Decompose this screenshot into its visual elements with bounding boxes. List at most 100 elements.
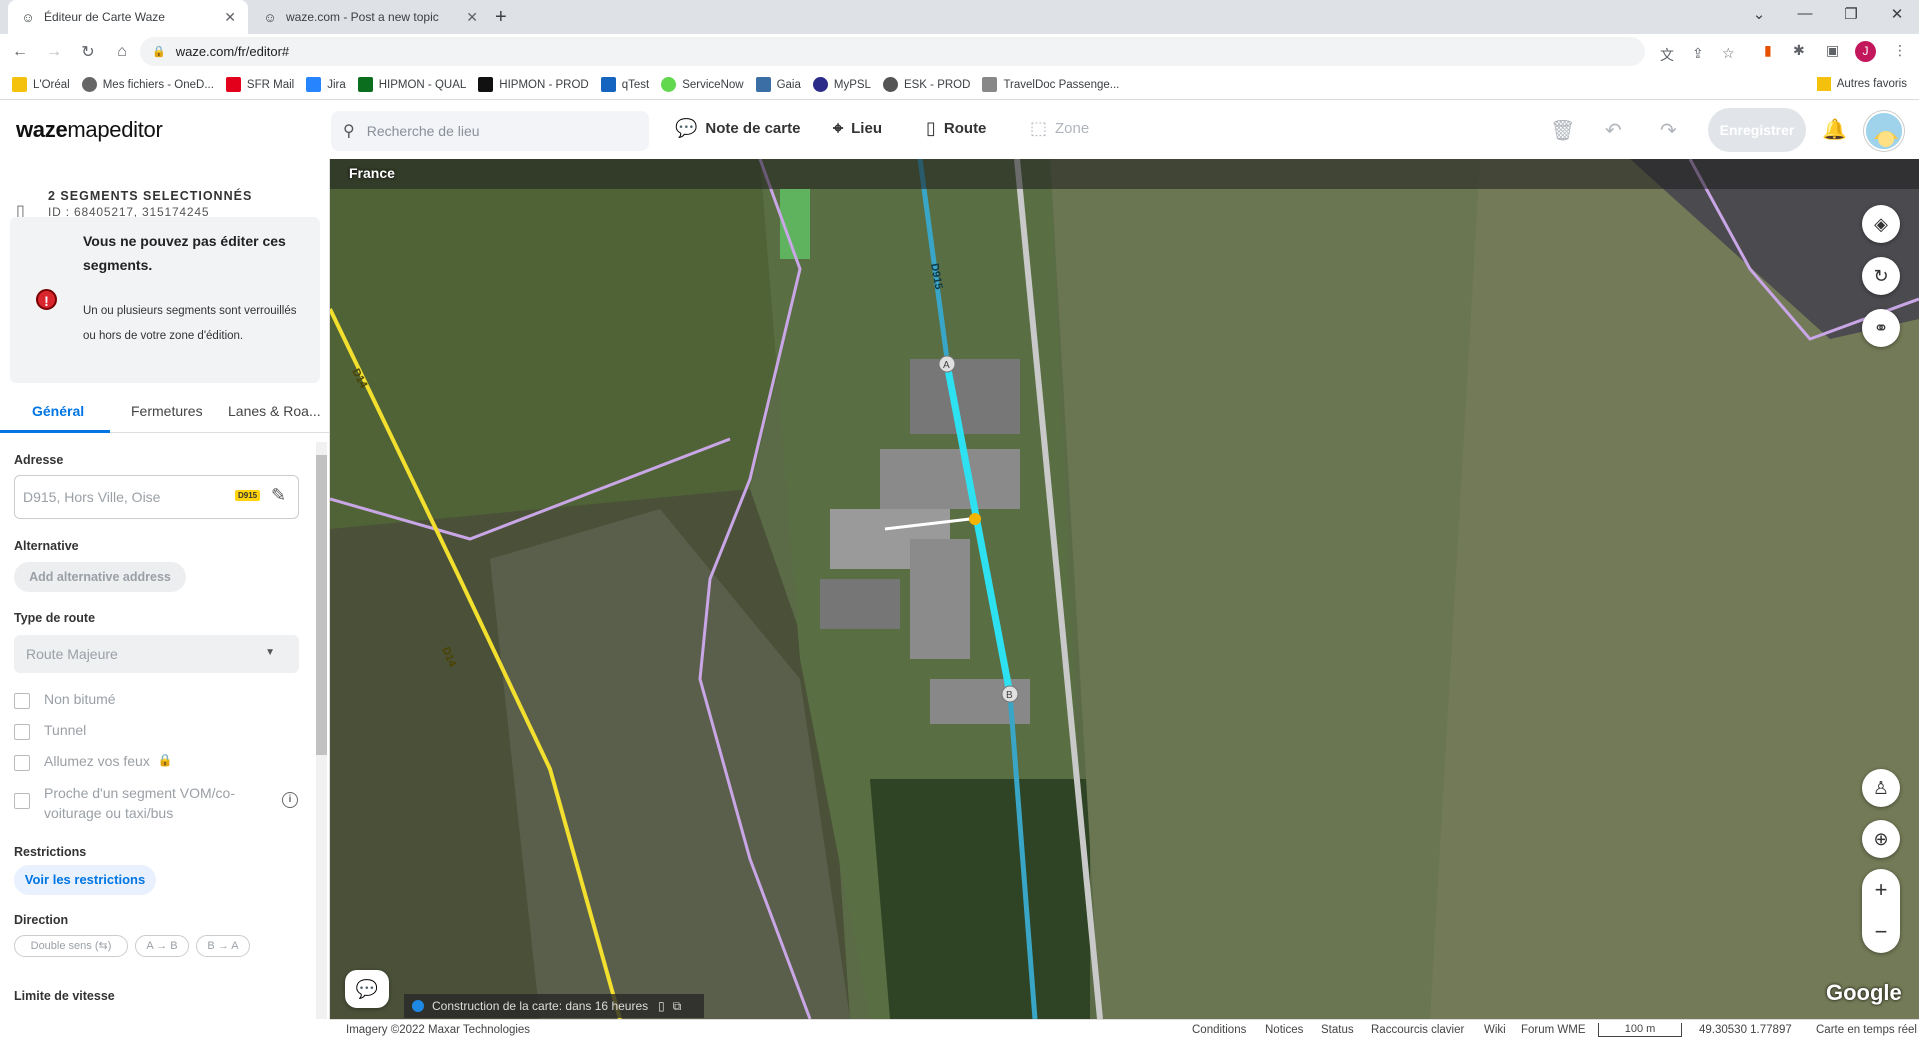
- bookmark-gaia[interactable]: Gaia: [755, 77, 801, 92]
- place-button[interactable]: ⌖ Lieu: [833, 118, 882, 139]
- bookmark-onedrive[interactable]: Mes fichiers - OneD...: [81, 77, 214, 92]
- tab-waze-forum[interactable]: ☺ waze.com - Post a new topic ✕: [250, 0, 490, 34]
- bookmark-hipmon-prod[interactable]: HIPMON - PROD: [478, 77, 589, 92]
- direction-label: Direction: [14, 913, 69, 927]
- share-icon[interactable]: ⇪: [1692, 45, 1704, 62]
- bookmark-loreal[interactable]: L'Oréal: [12, 77, 70, 92]
- bookmark-hipmon-qual[interactable]: HIPMON - QUAL: [357, 77, 466, 92]
- checkbox-box[interactable]: [14, 693, 30, 709]
- external-link-icon[interactable]: ⧉: [673, 999, 682, 1014]
- menu-dots-icon[interactable]: ⋮: [1893, 42, 1907, 59]
- bookmark-qtest[interactable]: qTest: [600, 77, 649, 92]
- bookmark-star-icon[interactable]: ☆: [1722, 45, 1735, 62]
- layers-button[interactable]: ◈: [1862, 205, 1900, 243]
- footer-link-conditions[interactable]: Conditions: [1192, 1024, 1246, 1036]
- info-icon[interactable]: i: [282, 792, 298, 808]
- footer-link-notices[interactable]: Notices: [1265, 1024, 1303, 1036]
- bookmark-traveldoc[interactable]: TravelDoc Passenge...: [982, 77, 1119, 92]
- undo-icon[interactable]: ↶: [1605, 118, 1622, 143]
- satellite-map[interactable]: D915 D14 D14 A B: [330, 159, 1919, 1019]
- search-icon: ⚲: [343, 123, 355, 140]
- locate-me-button[interactable]: ⊕: [1862, 820, 1900, 858]
- checkbox-box[interactable]: [14, 724, 30, 740]
- reload-icon[interactable]: ↻: [74, 42, 102, 62]
- footer-link-forum[interactable]: Forum WME: [1521, 1024, 1586, 1036]
- delete-icon[interactable]: 🗑: [1550, 118, 1575, 143]
- jira-icon: [306, 77, 322, 92]
- road-button[interactable]: ▯ Route: [926, 118, 986, 139]
- waze-favicon-icon: ☺: [21, 9, 35, 25]
- other-bookmarks[interactable]: Autres favoris: [1816, 77, 1907, 91]
- footer-link-wiki[interactable]: Wiki: [1484, 1024, 1506, 1036]
- headlights-checkbox[interactable]: Allumez vos feux 🔒: [14, 753, 173, 771]
- bookmark-servicenow[interactable]: ServiceNow: [661, 77, 744, 92]
- road-type-select[interactable]: Route Majeure ▼: [14, 635, 299, 673]
- save-button[interactable]: Enregistrer: [1708, 108, 1806, 152]
- chat-button[interactable]: 💬: [345, 970, 389, 1008]
- checkbox-box[interactable]: [14, 755, 30, 771]
- close-window-icon[interactable]: ✕: [1882, 5, 1912, 23]
- back-icon[interactable]: ←: [6, 43, 34, 61]
- road-icon: ▯: [926, 118, 936, 138]
- direction-two-way-button[interactable]: Double sens (⇆): [14, 935, 128, 957]
- new-tab-icon[interactable]: +: [495, 4, 507, 30]
- direction-a-to-b-button[interactable]: A → B: [135, 935, 189, 957]
- footer-link-shortcuts[interactable]: Raccourcis clavier: [1371, 1024, 1464, 1036]
- cursor-coordinates: 49.30530 1.77897: [1699, 1024, 1792, 1036]
- tab-waze-editor[interactable]: ☺ Éditeur de Carte Waze ✕: [8, 0, 248, 34]
- hov-checkbox[interactable]: Proche d'un segment VOM/co-voiturage ou …: [14, 783, 264, 823]
- zoom-in-button[interactable]: +: [1862, 869, 1900, 911]
- address-bar[interactable]: 🔒 waze.com/fr/editor# 文 ⇪ ☆: [140, 37, 1735, 66]
- junction-node[interactable]: [969, 513, 981, 525]
- bookmark-mypsl[interactable]: MyPSL: [812, 77, 871, 92]
- street-view-button[interactable]: ♙: [1862, 769, 1900, 807]
- side-panel-icon[interactable]: ▣: [1826, 42, 1839, 59]
- restore-icon[interactable]: ❐: [1836, 5, 1866, 23]
- zone-button[interactable]: ⬚ Zone: [1030, 118, 1089, 139]
- tab-closures[interactable]: Fermetures: [131, 403, 203, 419]
- close-tab-icon[interactable]: ✕: [466, 9, 478, 26]
- tab-lanes[interactable]: Lanes & Roa...: [228, 403, 321, 419]
- zoom-out-button[interactable]: −: [1862, 911, 1900, 953]
- footer-link-live-map[interactable]: Carte en temps réel: [1816, 1024, 1917, 1036]
- notification-bell-icon[interactable]: 🔔: [1822, 117, 1847, 142]
- minimize-icon[interactable]: —: [1790, 5, 1820, 22]
- building: [910, 539, 970, 659]
- refresh-button[interactable]: ↻: [1862, 257, 1900, 295]
- direction-b-to-a-button[interactable]: B → A: [196, 935, 250, 957]
- chevron-down-icon: ▼: [265, 647, 275, 658]
- folder-icon: [12, 77, 27, 92]
- tunnel-checkbox[interactable]: Tunnel: [14, 722, 86, 740]
- tab-search-icon[interactable]: ⌄: [1744, 5, 1774, 23]
- checkbox-box[interactable]: [14, 793, 30, 809]
- profile-avatar[interactable]: J: [1855, 41, 1876, 62]
- address-field[interactable]: D915, Hors Ville, Oise D915 ✎: [14, 475, 299, 519]
- sidebar-scroll-thumb[interactable]: [316, 455, 327, 755]
- tab-general[interactable]: Général: [32, 403, 84, 419]
- place-search-input[interactable]: ⚲ Recherche de lieu: [331, 111, 649, 151]
- add-alternative-address-button[interactable]: Add alternative address: [14, 562, 186, 592]
- home-icon[interactable]: ⌂: [108, 43, 136, 61]
- lock-icon[interactable]: 🔒: [152, 45, 166, 58]
- pencil-icon[interactable]: ✎: [271, 485, 286, 506]
- pin-icon: ⌖: [833, 118, 844, 138]
- unpaved-checkbox[interactable]: Non bitumé: [14, 691, 116, 709]
- bookmark-esk-prod[interactable]: ESK - PROD: [882, 77, 970, 92]
- view-restrictions-button[interactable]: Voir les restrictions: [14, 865, 156, 895]
- user-avatar[interactable]: [1864, 111, 1904, 151]
- bookmark-jira[interactable]: Jira: [306, 77, 346, 92]
- phone-icon[interactable]: ▯: [658, 999, 665, 1013]
- error-icon: !: [36, 289, 57, 310]
- extension-icon[interactable]: ▮: [1764, 42, 1772, 59]
- translate-icon[interactable]: 文: [1660, 45, 1674, 65]
- permalink-button[interactable]: ⚭: [1862, 309, 1900, 347]
- forward-icon[interactable]: →: [40, 43, 68, 61]
- bookmark-sfr-mail[interactable]: SFR Mail: [225, 77, 294, 92]
- redo-icon[interactable]: ↷: [1660, 118, 1677, 143]
- close-tab-icon[interactable]: ✕: [224, 9, 236, 26]
- map-note-button[interactable]: 💬 Note de carte: [675, 118, 800, 139]
- map-canvas[interactable]: D915 D14 D14 A B: [330, 159, 1919, 1019]
- woods-south: [870, 779, 1090, 1019]
- footer-link-status[interactable]: Status: [1321, 1024, 1354, 1036]
- extensions-puzzle-icon[interactable]: ✱: [1793, 42, 1805, 59]
